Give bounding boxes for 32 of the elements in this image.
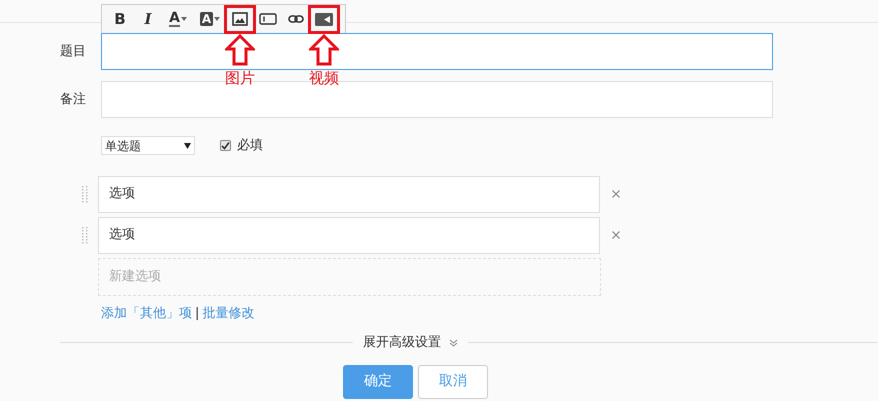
- annotation-label: 视频: [309, 68, 339, 86]
- highlight-frame: [224, 4, 256, 34]
- field-label: 备注: [59, 90, 87, 109]
- text-box-icon[interactable]: [259, 13, 277, 25]
- question-type-dropdown[interactable]: 单选题: [101, 136, 195, 156]
- double-chevron-icon[interactable]: [449, 338, 458, 347]
- highlight-frame: [308, 4, 340, 34]
- up-arrow-icon: [225, 34, 255, 66]
- italic-button[interactable]: I: [136, 8, 160, 30]
- close-icon[interactable]: [612, 190, 620, 198]
- font-color-button[interactable]: A: [163, 11, 193, 27]
- required-label: 必填: [237, 137, 263, 155]
- link-icon[interactable]: [288, 14, 304, 24]
- option-field[interactable]: 选项: [98, 176, 600, 212]
- video-camera-icon[interactable]: [315, 12, 333, 26]
- annotation-label: 图片: [225, 68, 255, 86]
- background-color-button[interactable]: A: [195, 12, 225, 26]
- image-icon[interactable]: [232, 12, 248, 26]
- link-separator: |: [195, 304, 200, 322]
- up-arrow-icon: [309, 34, 339, 66]
- option-field[interactable]: 选项: [98, 216, 600, 254]
- text-field[interactable]: [101, 33, 773, 70]
- bold-button[interactable]: B: [108, 8, 132, 30]
- required-checkbox[interactable]: [220, 140, 231, 152]
- dropdown-value: 单选题: [105, 138, 141, 155]
- new-option-field[interactable]: 新建选项: [98, 258, 601, 296]
- drag-handle-icon[interactable]: [82, 185, 88, 203]
- drag-handle-icon[interactable]: [82, 226, 88, 244]
- expand-advanced-settings-link[interactable]: 展开高级设置: [363, 333, 441, 352]
- close-icon[interactable]: [612, 231, 620, 239]
- field-label: 题目: [59, 42, 87, 61]
- caret-icon: [184, 142, 191, 149]
